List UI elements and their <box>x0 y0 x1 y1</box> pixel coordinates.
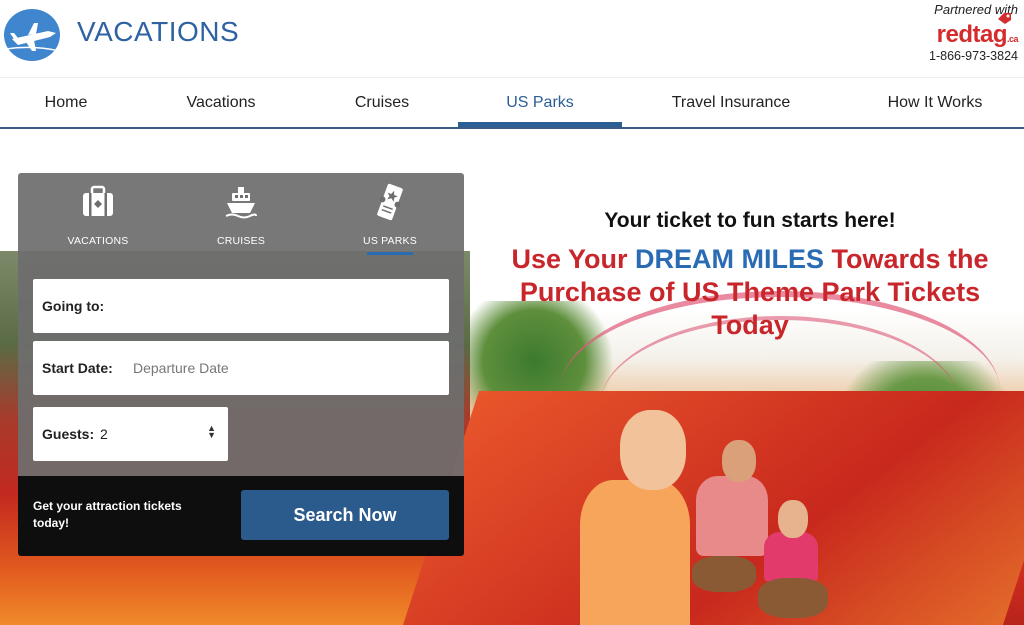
nav-item-home[interactable]: Home <box>20 78 112 127</box>
main-nav: Home Vacations Cruises US Parks Travel I… <box>0 78 1024 129</box>
nav-item-how-it-works[interactable]: How It Works <box>868 78 1002 127</box>
guests-value: 2 <box>100 426 108 442</box>
search-now-button[interactable]: Search Now <box>241 490 449 540</box>
promo-headline-part1: Use Your <box>511 244 635 274</box>
phone-number[interactable]: 1-866-973-3824 <box>898 49 1018 63</box>
guests-label: Guests: <box>42 426 95 442</box>
partner-block: Partnered with redtag.ca 1-866-973-3824 <box>898 2 1018 63</box>
tab-us-parks-label: US PARKS <box>363 235 417 247</box>
nav-item-travel-insurance[interactable]: Travel Insurance <box>655 78 807 127</box>
hero-rider-man-head <box>722 440 756 482</box>
cruise-ship-icon <box>225 187 257 219</box>
cta-text: Get your attraction tickets today! <box>33 499 182 530</box>
hero-rider-boy-head <box>620 410 686 490</box>
nav-item-vacations[interactable]: Vacations <box>165 78 277 127</box>
redtag-logo[interactable]: redtag.ca <box>898 13 1019 49</box>
guests-select[interactable]: Guests: 2 ▲ ▼ <box>33 407 228 461</box>
hero-rider-girl-head <box>778 500 808 538</box>
start-date-placeholder: Departure Date <box>133 360 229 376</box>
hero-sack <box>758 578 828 618</box>
site-header: VACATIONS Partnered with redtag.ca 1-866… <box>0 0 1024 78</box>
hero-rider-boy <box>580 480 690 625</box>
promo-tagline: Your ticket to fun starts here! <box>604 209 896 232</box>
search-panel: VACATIONS CRUISES US PARKS Going to: Sta… <box>18 173 464 556</box>
nav-item-cruises[interactable]: Cruises <box>332 78 432 127</box>
brand-title[interactable]: VACATIONS <box>77 16 239 48</box>
plane-logo-icon[interactable] <box>4 9 60 61</box>
redtag-name: redtag <box>936 21 1008 48</box>
tab-cruises-label: CRUISES <box>216 235 266 247</box>
tab-active-indicator <box>367 252 413 255</box>
tag-icon <box>998 13 1011 24</box>
tab-vacations-label: VACATIONS <box>67 235 129 247</box>
tab-vacations[interactable]: VACATIONS <box>38 183 158 247</box>
suitcase-icon <box>83 185 113 216</box>
nav-item-us-parks[interactable]: US Parks <box>458 78 622 127</box>
ticket-icon <box>377 183 403 221</box>
going-to-label: Going to: <box>42 298 105 314</box>
start-date-field[interactable]: Start Date: Departure Date <box>33 341 449 395</box>
hero-sack <box>692 556 756 592</box>
promo-headline-highlight: DREAM MILES <box>635 244 824 274</box>
start-date-label: Start Date: <box>42 360 113 376</box>
promo-headline: Use Your DREAM MILES Towards the Purchas… <box>480 243 1020 342</box>
nav-active-indicator <box>458 122 622 127</box>
tab-cruises[interactable]: CRUISES <box>181 183 301 247</box>
hero-rider-girl <box>764 532 818 582</box>
hero-rider-man <box>696 476 768 556</box>
redtag-suffix: .ca <box>1006 34 1019 44</box>
tab-us-parks[interactable]: US PARKS <box>330 183 450 247</box>
select-arrows-icon: ▲ ▼ <box>207 423 216 440</box>
going-to-field[interactable]: Going to: <box>33 279 449 333</box>
